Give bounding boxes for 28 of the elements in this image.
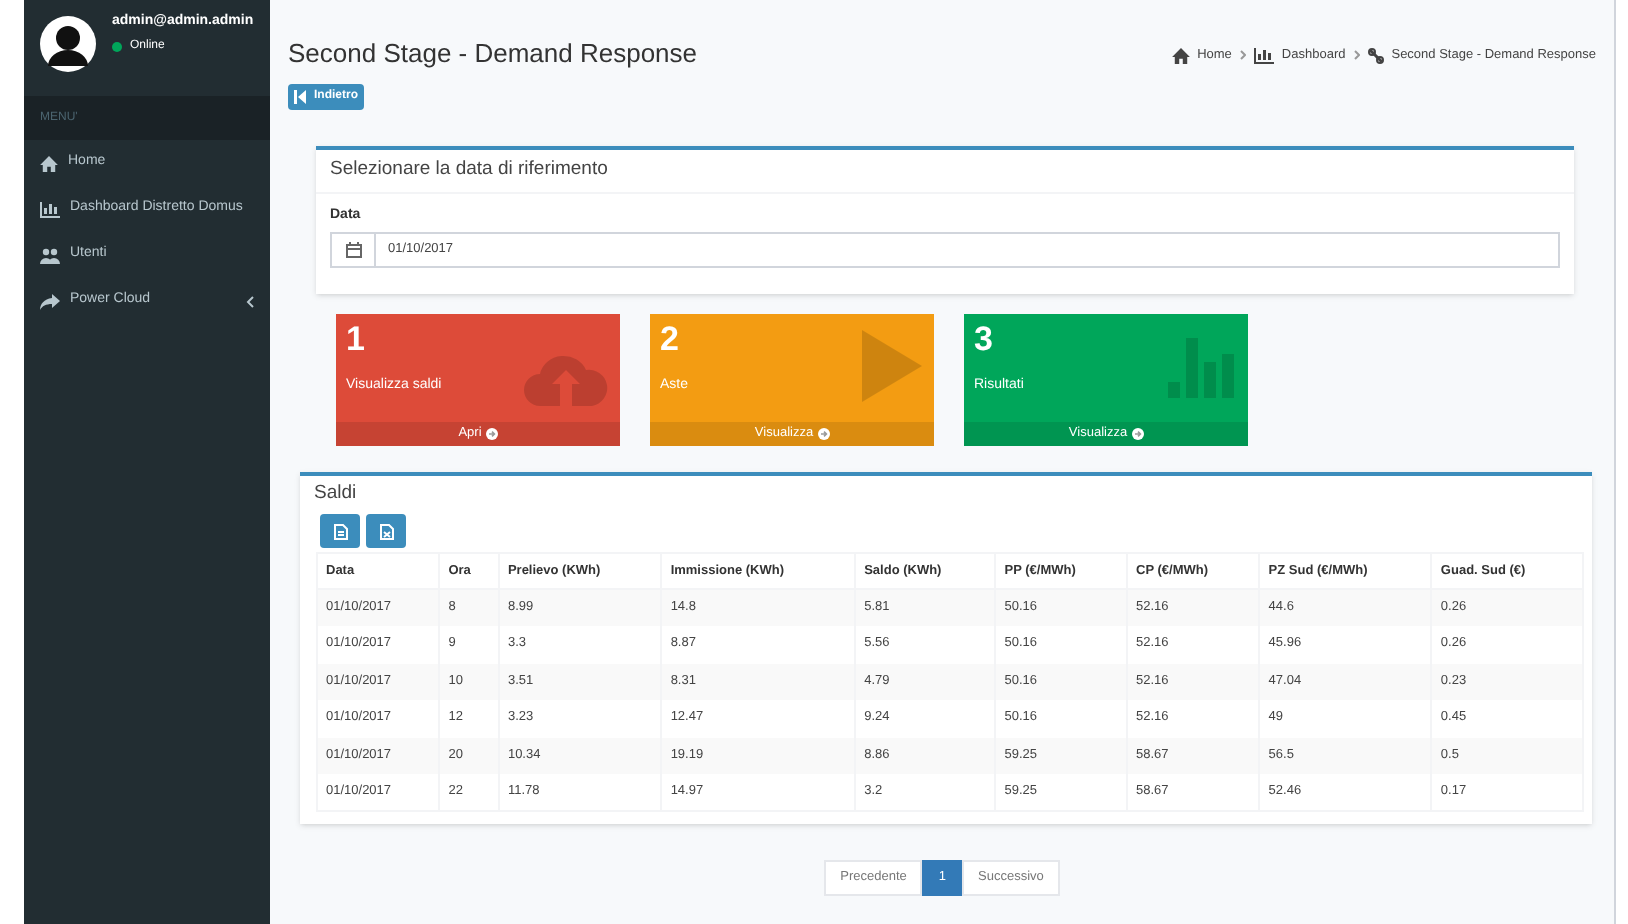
document-icon	[333, 523, 347, 539]
tile-number: 1	[346, 318, 367, 362]
play-icon	[862, 330, 922, 402]
export-button[interactable]	[320, 514, 360, 548]
arrow-circle-icon	[1131, 428, 1144, 440]
share-arrow-icon	[40, 293, 60, 309]
chevron-right-icon	[1239, 50, 1246, 61]
arrow-circle-icon	[817, 428, 830, 440]
chevron-right-icon	[1353, 50, 1360, 61]
panel-title: Saldi	[314, 480, 357, 509]
chart-icon	[1253, 47, 1274, 64]
spreadsheet-icon	[379, 523, 393, 539]
export-button[interactable]	[366, 514, 406, 548]
page-title: Second Stage - Demand Response	[288, 36, 698, 72]
home-icon	[40, 155, 58, 171]
home-icon	[1171, 47, 1190, 64]
bar-chart-icon	[1168, 338, 1236, 398]
chart-icon	[40, 201, 60, 217]
tile-number: 2	[660, 318, 681, 362]
calendar-icon	[345, 242, 361, 258]
link-icon	[1367, 47, 1384, 64]
skip-back-icon	[294, 89, 306, 103]
arrow-circle-icon	[485, 428, 498, 440]
panel-title: Selezionare la data di riferimento	[330, 155, 608, 184]
cloud-upload-icon	[524, 354, 608, 406]
users-icon	[40, 247, 60, 263]
tile-number: 3	[974, 318, 995, 362]
avatar	[40, 16, 96, 72]
